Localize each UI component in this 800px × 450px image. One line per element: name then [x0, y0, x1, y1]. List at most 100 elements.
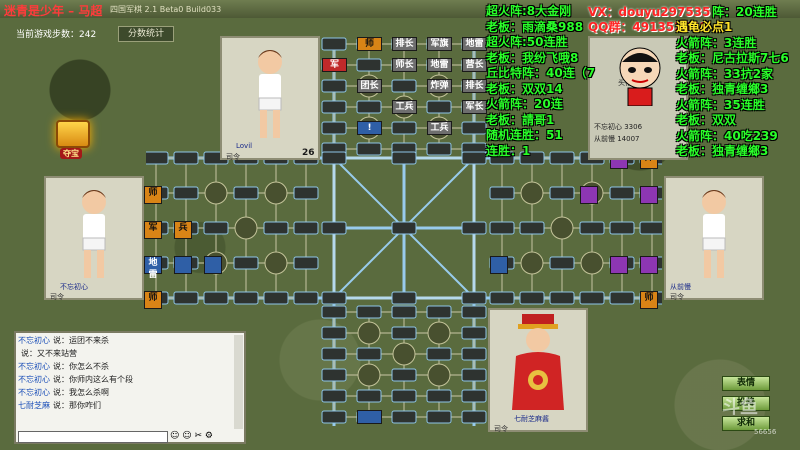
chat-text: 说：那你咋们	[53, 401, 101, 410]
game-piece-top[interactable]: 军旗	[427, 37, 452, 51]
game-piece-left[interactable]: 地雷	[144, 256, 162, 280]
board-post	[461, 291, 487, 305]
game-piece-left[interactable]: 师	[144, 186, 162, 204]
board-post	[391, 305, 417, 319]
game-piece-bottom[interactable]	[357, 410, 382, 424]
game-piece-top[interactable]: 排长	[392, 37, 417, 51]
player-card-bottom[interactable]: 七耐芝麻酱 司令	[488, 308, 588, 433]
player-list-row[interactable]: 从前慢 14007	[594, 134, 640, 144]
player-card-top[interactable]: Lovil 司令 26	[220, 36, 320, 161]
stream-overlay-text: 遇龟必点1	[676, 20, 733, 34]
player-list-row[interactable]: 不忘初心 3306	[594, 122, 642, 132]
board-post	[356, 142, 382, 156]
game-piece-top[interactable]: 团长	[357, 79, 382, 93]
player-card-right[interactable]: 从前慢 司令	[664, 176, 764, 301]
game-piece-top[interactable]: 师	[357, 37, 382, 51]
game-piece-top[interactable]: 军	[322, 58, 347, 72]
chat-text: 说：我怎么杀啊	[53, 388, 109, 397]
game-piece-top[interactable]: 营长	[462, 58, 487, 72]
board-post	[391, 221, 417, 235]
board-post	[233, 291, 259, 305]
player-rank-top: 司令	[226, 153, 240, 161]
player-timer-top: 26	[302, 148, 315, 158]
step-counter: 当前游戏步数：242	[16, 30, 97, 40]
game-piece-right[interactable]	[610, 256, 628, 274]
chat-username[interactable]: 不忘初心	[18, 388, 50, 397]
game-piece-right[interactable]	[490, 256, 508, 274]
game-piece-right[interactable]: 师	[640, 291, 658, 309]
game-piece-top[interactable]: 地雷	[427, 58, 452, 72]
board-post	[426, 305, 452, 319]
board-post	[321, 37, 347, 51]
cartoon-sticker-icon	[619, 47, 661, 106]
board-post	[391, 368, 417, 382]
camp-node	[520, 251, 544, 275]
app-title: 迷青是少年 – 马超	[4, 4, 103, 18]
game-piece-right[interactable]	[640, 256, 658, 274]
board-post	[579, 291, 605, 305]
game-piece-top[interactable]: 工兵	[392, 100, 417, 114]
chat-username[interactable]: 不忘初心	[18, 336, 50, 345]
game-piece-left[interactable]	[204, 256, 222, 274]
game-piece-top[interactable]: 地雷	[462, 37, 487, 51]
game-piece-top[interactable]: 炸弹	[427, 79, 452, 93]
camp-node	[427, 321, 451, 345]
chat-message: 不忘初心 说：运团不来杀	[18, 335, 236, 348]
board-post	[391, 151, 417, 165]
board-post	[461, 151, 487, 165]
treasure-widget[interactable]: 夺宝	[50, 120, 122, 160]
game-piece-left[interactable]: 兵	[174, 221, 192, 239]
board-post	[263, 291, 289, 305]
game-piece-left[interactable]: 师	[144, 291, 162, 309]
player-name-left: 不忘初心	[60, 283, 88, 291]
board-post	[489, 291, 515, 305]
game-piece-top[interactable]: 工兵	[427, 121, 452, 135]
game-piece-right[interactable]	[580, 186, 598, 204]
board-post	[609, 221, 635, 235]
board-post	[173, 186, 199, 200]
chat-message: 七耐芝麻 说：那你咋们	[18, 400, 236, 413]
chat-scrollbar[interactable]	[234, 335, 243, 429]
board-post	[356, 58, 382, 72]
chat-text: 说：运团不来杀	[53, 336, 109, 345]
board-post	[321, 100, 347, 114]
board-post	[391, 291, 417, 305]
emote-button[interactable]: 表情	[722, 376, 770, 391]
board-post	[321, 305, 347, 319]
board-post	[203, 291, 229, 305]
board-post	[461, 368, 487, 382]
camp-node	[264, 251, 288, 275]
board-post	[461, 347, 487, 361]
treasure-chest-icon	[56, 120, 90, 148]
board-post	[461, 326, 487, 340]
stream-overlay-text: 老板：我纷飞哦8	[486, 50, 579, 65]
board-post	[391, 79, 417, 93]
board-post	[519, 291, 545, 305]
game-piece-right[interactable]	[640, 186, 658, 204]
board-post	[356, 305, 382, 319]
board-post	[579, 221, 605, 235]
game-piece-left[interactable]: 军	[144, 221, 162, 239]
chat-username[interactable]: 不忘初心	[18, 375, 50, 384]
game-piece-left[interactable]	[174, 256, 192, 274]
board-post	[321, 368, 347, 382]
app-subtitle: 四国军棋 2.1 Beta0 Build033	[110, 5, 222, 14]
game-piece-top[interactable]: !	[357, 121, 382, 135]
board-post	[549, 291, 575, 305]
board-post	[426, 347, 452, 361]
player-name-top: Lovil	[236, 142, 253, 150]
player-avatar-bottom	[512, 314, 564, 410]
chat-message: 不忘初心 说：你师内这么有个段	[18, 374, 236, 387]
player-card-left[interactable]: 不忘初心 司令	[44, 176, 144, 301]
game-piece-top[interactable]: 师长	[392, 58, 417, 72]
chat-tools[interactable]: ☺ ☺ ✂ ⚙	[170, 431, 213, 441]
board-post	[489, 186, 515, 200]
treasure-label: 夺宝	[60, 148, 82, 159]
game-piece-top[interactable]: 军长	[462, 100, 487, 114]
camp-node	[580, 251, 604, 275]
chat-input[interactable]	[18, 431, 168, 443]
chat-username[interactable]: 七耐芝麻	[18, 401, 50, 410]
player-rank-right: 司令	[670, 293, 684, 301]
chat-username[interactable]: 不忘初心	[18, 362, 50, 371]
game-piece-top[interactable]: 排长	[462, 79, 487, 93]
